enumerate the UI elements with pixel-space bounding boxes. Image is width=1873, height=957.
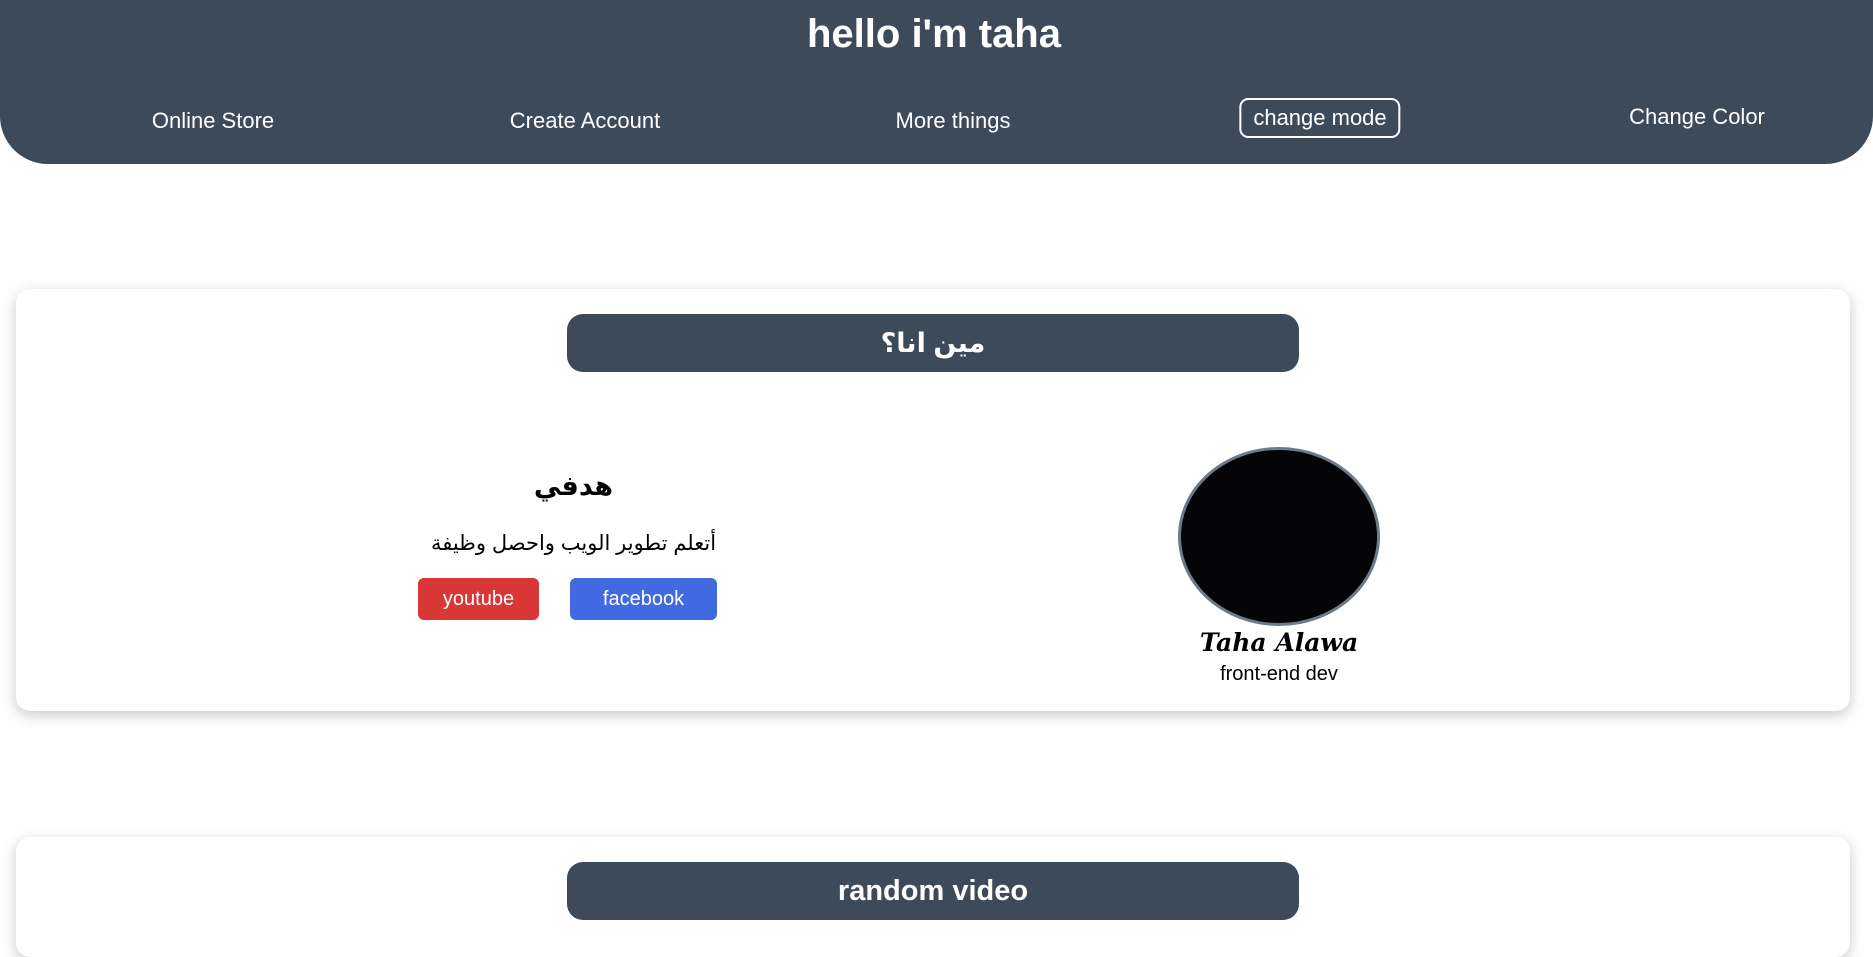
nav-more-things[interactable]: More things <box>896 104 1011 138</box>
site-title: hello i'm taha <box>806 12 1061 56</box>
profile-role: front-end dev <box>1220 663 1338 685</box>
avatar <box>1178 447 1380 626</box>
facebook-button[interactable]: facebook <box>570 578 717 620</box>
site-header: hello i'm taha Online Store Create Accou… <box>0 0 1873 164</box>
nav-online-store[interactable]: Online Store <box>152 104 274 138</box>
goal-text: أتعلم تطوير الويب واحصل وظيفة <box>430 532 717 555</box>
random-video-card: random video <box>16 837 1850 957</box>
change-mode-button[interactable]: change mode <box>1239 98 1401 138</box>
goal-title: هدفي <box>533 471 614 501</box>
about-section-title: مين انا؟ <box>567 314 1299 372</box>
nav-create-account[interactable]: Create Account <box>510 104 660 138</box>
change-color-link[interactable]: Change Color <box>1629 100 1765 134</box>
profile-name: Taha Alawa <box>1199 628 1359 657</box>
youtube-button[interactable]: youtube <box>418 578 539 620</box>
about-card: مين انا؟ هدفي أتعلم تطوير الويب واحصل وظ… <box>16 289 1850 711</box>
video-section-title: random video <box>567 862 1299 920</box>
